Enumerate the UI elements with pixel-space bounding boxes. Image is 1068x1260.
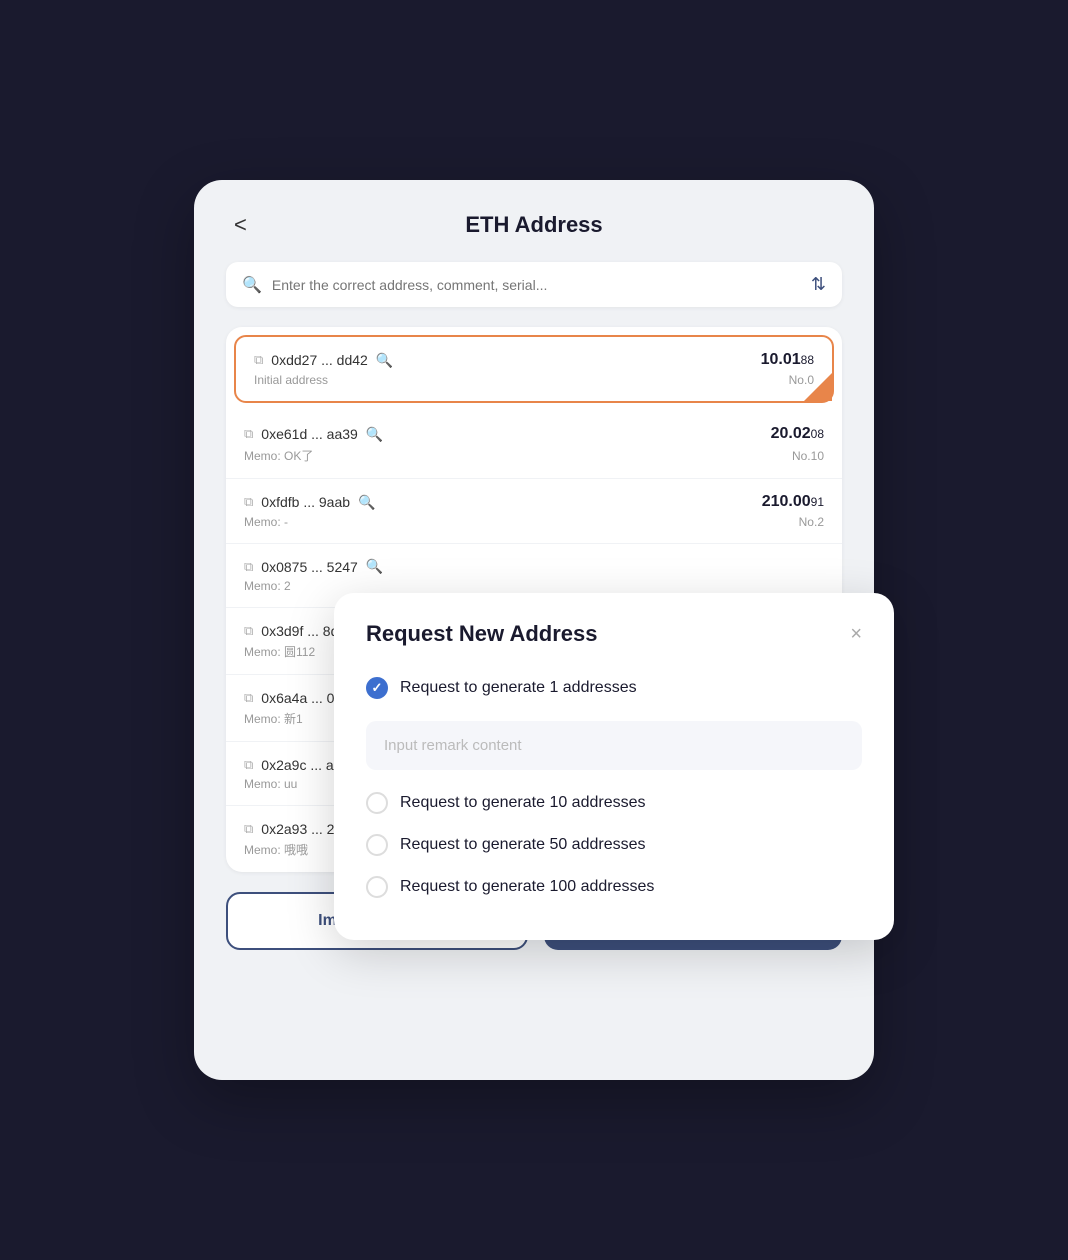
radio-option[interactable]: ✓ Request to generate 1 addresses [366, 671, 862, 705]
radio-option[interactable]: Request to generate 10 addresses [366, 786, 862, 820]
remark-input[interactable] [366, 721, 862, 770]
radio-circle [366, 792, 388, 814]
main-container: < ETH Address 🔍 ⇅ ⧉ 0xdd27 ... dd42 🔍 10… [194, 180, 874, 1080]
radio-option[interactable]: Request to generate 100 addresses [366, 870, 862, 904]
modal-overlay: Request New Address × ✓ Request to gener… [194, 180, 874, 1080]
radio-circle-checked: ✓ [366, 677, 388, 699]
modal-options: ✓ Request to generate 1 addresses Reques… [366, 671, 862, 904]
check-icon: ✓ [372, 680, 383, 696]
modal-header: Request New Address × [366, 621, 862, 647]
request-modal: Request New Address × ✓ Request to gener… [334, 593, 894, 940]
radio-circle [366, 834, 388, 856]
radio-label: Request to generate 1 addresses [400, 679, 637, 697]
modal-close-button[interactable]: × [850, 624, 862, 644]
radio-label: Request to generate 50 addresses [400, 836, 646, 854]
modal-title: Request New Address [366, 621, 597, 647]
radio-label: Request to generate 10 addresses [400, 794, 646, 812]
radio-circle [366, 876, 388, 898]
radio-option[interactable]: Request to generate 50 addresses [366, 828, 862, 862]
radio-label: Request to generate 100 addresses [400, 878, 654, 896]
